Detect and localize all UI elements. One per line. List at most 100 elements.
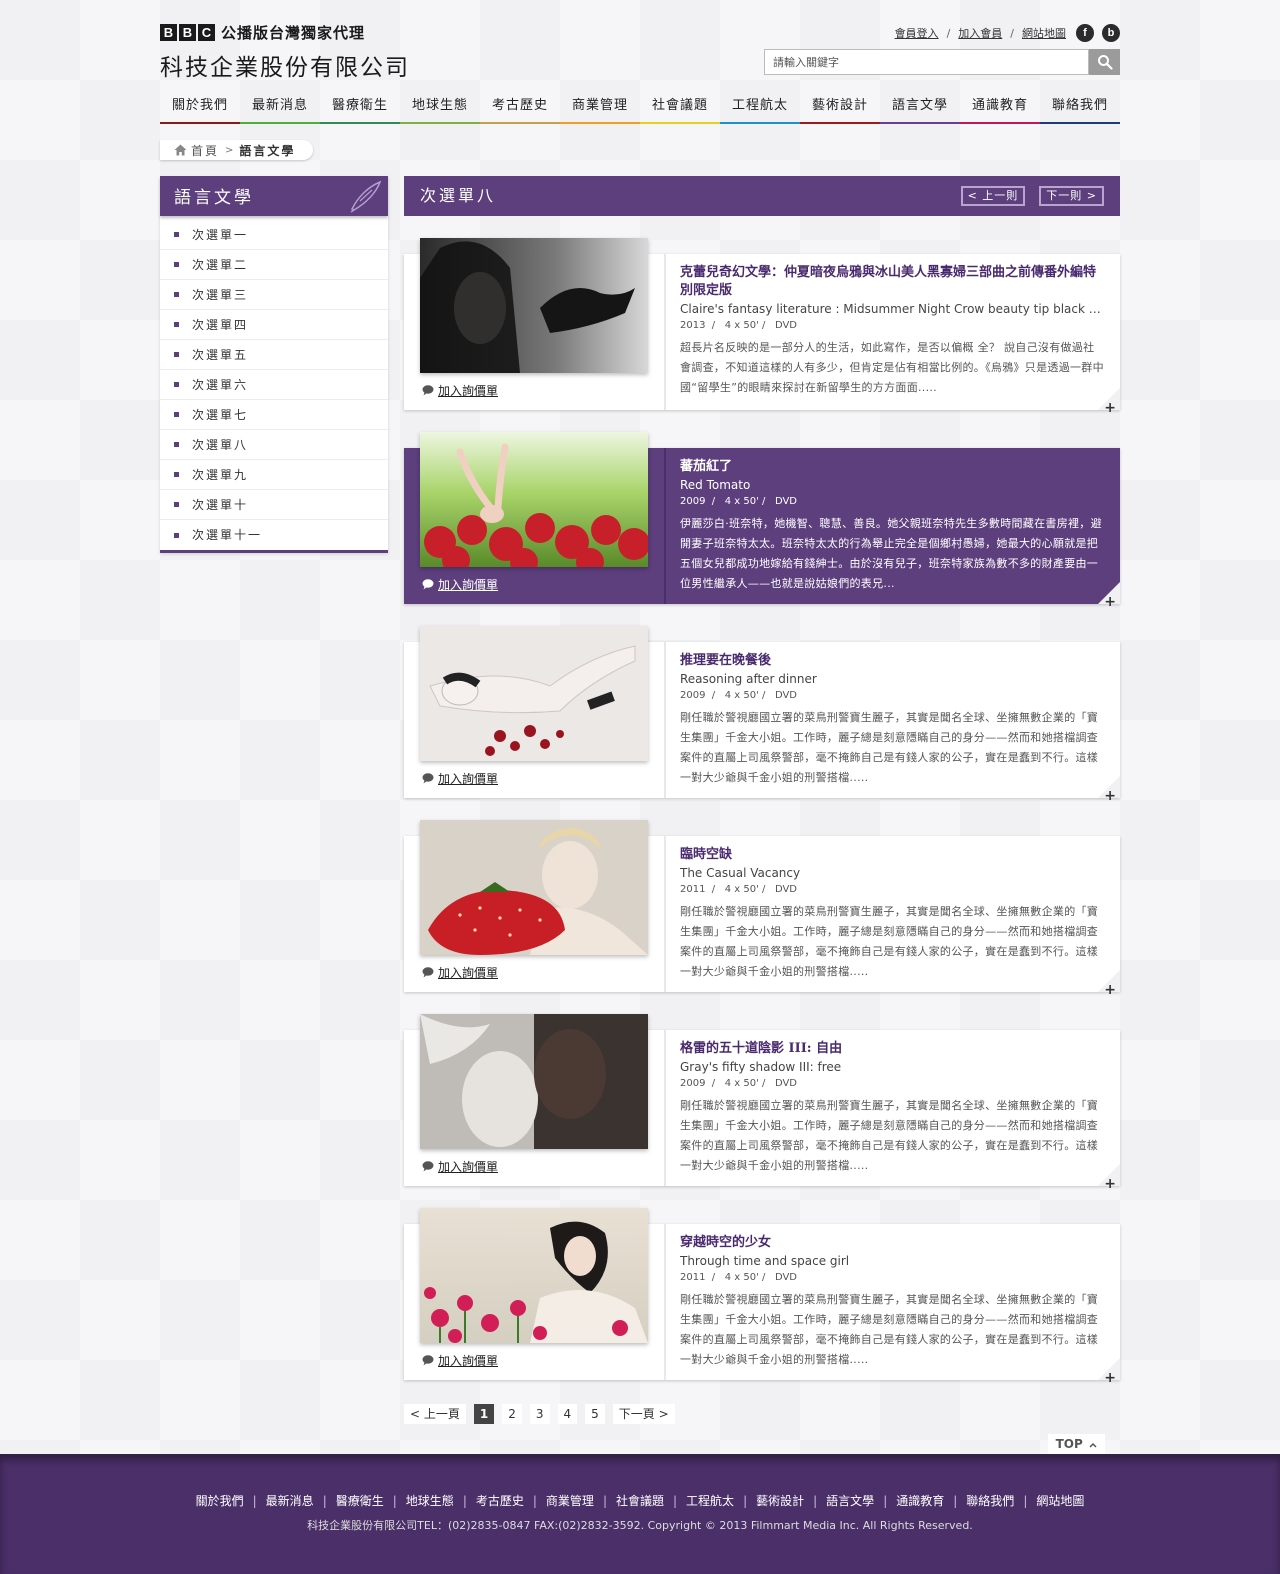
add-to-inquiry-link[interactable]: 加入詢價單 [422,1158,498,1175]
sidebar-item-label: 次選單十 [192,497,249,512]
nav-item[interactable]: 工程航太 [720,96,800,124]
product-format: DVD [774,1078,798,1089]
prev-item-button[interactable]: < 上一則 [960,186,1026,206]
logo[interactable]: B B C 公播版台灣獨家代理 科技企業股份有限公司 [160,22,410,82]
add-to-inquiry-link[interactable]: 加入詢價單 [422,576,498,593]
add-to-inquiry-link[interactable]: 加入詢價單 [422,770,498,787]
expand-plus-icon[interactable]: + [1104,400,1116,416]
blog-icon[interactable]: b [1102,24,1120,42]
sidebar-item[interactable]: 次選單十一 [160,520,388,550]
product-thumbnail[interactable] [420,1014,648,1149]
product-item[interactable]: 加入詢價單 格雷的五十道陰影 III: 自由 Gray's fifty shadow… [404,1014,1120,1192]
product-item[interactable]: 加入詢價單 臨時空缺 The Casual Vacancy 2011 / 4 x 50… [404,820,1120,998]
bullet-icon [174,382,179,387]
back-to-top-button[interactable]: TOP [1047,1434,1105,1454]
product-thumbnail[interactable] [420,1208,648,1343]
product-item[interactable]: 加入詢價單 蕃茄紅了 Red Tomato 2009 / 4 x 50' / DVD 伊… [404,432,1120,610]
sitemap-link[interactable]: 網站地圖 [1022,25,1066,41]
search-input[interactable] [764,49,1089,75]
expand-plus-icon[interactable]: + [1104,594,1116,610]
header: B B C 公播版台灣獨家代理 科技企業股份有限公司 會員登入 / 加入會員 /… [160,0,1120,126]
nav-item[interactable]: 地球生態 [400,96,480,124]
sidebar-item[interactable]: 次選單三 [160,280,388,310]
sidebar-item[interactable]: 次選單七 [160,400,388,430]
page-number[interactable]: 2 [502,1404,522,1424]
product-title[interactable]: 臨時空缺 [680,846,1104,864]
nav-item[interactable]: 通識教育 [960,96,1040,124]
footer-link[interactable]: 地球生態 [406,1494,454,1508]
expand-plus-icon[interactable]: + [1104,1176,1116,1192]
facebook-icon[interactable]: f [1076,24,1094,42]
nav-item[interactable]: 社會議題 [640,96,720,124]
home-icon[interactable] [174,144,187,156]
expand-plus-icon[interactable]: + [1104,982,1116,998]
nav-item[interactable]: 藝術設計 [800,96,880,124]
footer-link[interactable]: 工程航太 [686,1494,734,1508]
nav-item[interactable]: 最新消息 [240,96,320,124]
product-item[interactable]: 加入詢價單 推理要在晚餐後 Reasoning after dinner 2009 /… [404,626,1120,804]
footer-link[interactable]: 商業管理 [546,1494,594,1508]
footer-link[interactable]: 藝術設計 [756,1494,804,1508]
product-format: DVD [774,690,798,701]
breadcrumb-home[interactable]: 首頁 [191,142,219,159]
nav-item[interactable]: 商業管理 [560,96,640,124]
footer-link[interactable]: 語言文學 [826,1494,874,1508]
sidebar-item[interactable]: 次選單四 [160,310,388,340]
bbc-letter: B [160,23,177,41]
product-thumbnail[interactable] [420,626,648,761]
product-description: 剛任職於警視廳國立署的菜鳥刑警寶生麗子，其實是聞名全球、坐擁無數企業的「寶生集團… [680,1099,1099,1172]
product-thumbnail[interactable] [420,820,648,955]
footer-link[interactable]: 社會議題 [616,1494,664,1508]
next-item-button[interactable]: 下一則 > [1039,186,1104,206]
separator: | [953,1494,958,1508]
nav-item[interactable]: 聯絡我們 [1040,96,1120,124]
login-link[interactable]: 會員登入 [895,25,939,41]
product-thumbnail[interactable] [420,238,648,373]
footer-link[interactable]: 網站地圖 [1036,1494,1084,1508]
add-to-inquiry-link[interactable]: 加入詢價單 [422,964,498,981]
product-format: DVD [774,496,798,507]
nav-item[interactable]: 醫療衛生 [320,96,400,124]
sidebar-item[interactable]: 次選單九 [160,460,388,490]
add-to-inquiry-link[interactable]: 加入詢價單 [422,1352,498,1369]
sidebar-item[interactable]: 次選單一 [160,220,388,250]
footer-link[interactable]: 考古歷史 [476,1494,524,1508]
product-title[interactable]: 克蕾兒奇幻文學：仲夏暗夜烏鴉與冰山美人黑寡婦三部曲之前傳番外編特別限定版 [680,264,1104,300]
sidebar-item[interactable]: 次選單二 [160,250,388,280]
product-item[interactable]: 加入詢價單 克蕾兒奇幻文學：仲夏暗夜烏鴉與冰山美人黑寡婦三部曲之前傳番外編特別限定… [404,238,1120,416]
footer-link[interactable]: 最新消息 [266,1494,314,1508]
prev-page-button[interactable]: < 上一頁 [404,1404,466,1424]
nav-item[interactable]: 關於我們 [160,96,240,124]
chevron-up-icon [1089,1442,1097,1448]
expand-plus-icon[interactable]: + [1104,788,1116,804]
product-title[interactable]: 推理要在晚餐後 [680,652,1104,670]
sidebar-item[interactable]: 次選單六 [160,370,388,400]
product-episodes: 4 x 50' [724,496,759,507]
expand-plus-icon[interactable]: + [1104,1370,1116,1386]
product-title[interactable]: 蕃茄紅了 [680,458,1104,476]
product-thumbnail[interactable] [420,432,648,567]
product-title[interactable]: 穿越時空的少女 [680,1234,1104,1252]
sidebar-item[interactable]: 次選單五 [160,340,388,370]
nav-item[interactable]: 語言文學 [880,96,960,124]
footer-link[interactable]: 關於我們 [196,1494,244,1508]
product-title[interactable]: 格雷的五十道陰影 III: 自由 [680,1040,1104,1058]
search-button[interactable] [1089,49,1120,75]
product-item[interactable]: 加入詢價單 穿越時空的少女 Through time and space girl 2… [404,1208,1120,1386]
page-number[interactable]: 5 [585,1404,605,1424]
product-english-title: Gray's fifty shadow III: free [680,1060,842,1074]
sidebar-item[interactable]: 次選單十 [160,490,388,520]
join-link[interactable]: 加入會員 [958,25,1002,41]
next-page-button[interactable]: 下一頁 > [612,1404,675,1424]
nav-item[interactable]: 考古歷史 [480,96,560,124]
product-year: 2009 [680,1078,706,1089]
page-number[interactable]: 4 [557,1404,578,1424]
footer-link[interactable]: 聯絡我們 [966,1494,1014,1508]
add-to-inquiry-link[interactable]: 加入詢價單 [422,382,498,399]
footer-link[interactable]: 通識教育 [896,1494,944,1508]
product-english-title: Red Tomato [680,478,751,492]
footer-link[interactable]: 醫療衛生 [336,1494,384,1508]
page-number[interactable]: 3 [529,1404,550,1424]
sidebar-item[interactable]: 次選單八 [160,430,388,460]
page-number[interactable]: 1 [473,1404,495,1424]
